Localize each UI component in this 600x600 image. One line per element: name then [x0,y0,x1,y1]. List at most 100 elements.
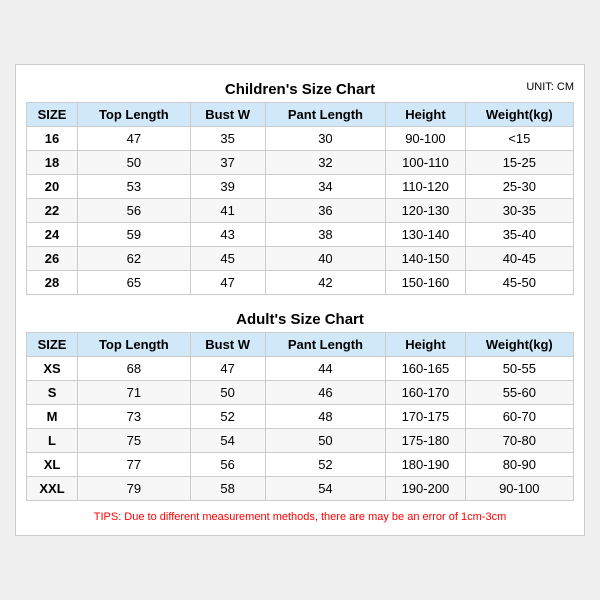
adult-col-height: Height [386,333,465,357]
table-row: XXL795854190-20090-100 [27,477,574,501]
adult-header-row: SIZE Top Length Bust W Pant Length Heigh… [27,333,574,357]
table-cell: 40 [265,247,386,271]
table-cell: 24 [27,223,78,247]
table-cell: 32 [265,151,386,175]
table-cell: 120-130 [386,199,465,223]
adult-title-text: Adult's Size Chart [236,311,364,328]
table-cell: <15 [465,127,573,151]
table-cell: 47 [190,271,265,295]
table-cell: 37 [190,151,265,175]
tips-text: TIPS: Due to different measurement metho… [26,509,574,525]
table-cell: 60-70 [465,405,573,429]
table-cell: 53 [78,175,191,199]
table-cell: 90-100 [465,477,573,501]
adult-col-top-length: Top Length [78,333,191,357]
table-cell: 41 [190,199,265,223]
table-cell: 54 [265,477,386,501]
table-cell: 110-120 [386,175,465,199]
children-col-bust: Bust W [190,103,265,127]
table-cell: 42 [265,271,386,295]
table-row: 26624540140-15040-45 [27,247,574,271]
table-cell: 50 [190,381,265,405]
table-cell: 15-25 [465,151,573,175]
adult-col-weight: Weight(kg) [465,333,573,357]
table-cell: 140-150 [386,247,465,271]
adult-table: SIZE Top Length Bust W Pant Length Heigh… [26,332,574,501]
table-cell: 180-190 [386,453,465,477]
adult-col-pant: Pant Length [265,333,386,357]
table-cell: 59 [78,223,191,247]
children-title-text: Children's Size Chart [225,81,375,98]
table-cell: 30 [265,127,386,151]
table-cell: 56 [190,453,265,477]
children-col-height: Height [386,103,465,127]
table-cell: 160-170 [386,381,465,405]
table-row: 20533934110-12025-30 [27,175,574,199]
children-header-row: SIZE Top Length Bust W Pant Length Heigh… [27,103,574,127]
table-cell: 25-30 [465,175,573,199]
adult-col-bust: Bust W [190,333,265,357]
table-cell: 43 [190,223,265,247]
table-cell: 52 [265,453,386,477]
table-cell: 47 [190,357,265,381]
table-cell: 65 [78,271,191,295]
children-col-size: SIZE [27,103,78,127]
adult-title: Adult's Size Chart [26,305,574,332]
adult-section: Adult's Size Chart SIZE Top Length Bust … [26,305,574,501]
chart-container: Children's Size Chart UNIT: CM SIZE Top … [15,64,585,536]
table-cell: 38 [265,223,386,247]
table-cell: 100-110 [386,151,465,175]
table-cell: 40-45 [465,247,573,271]
unit-label: UNIT: CM [526,81,574,93]
table-cell: 58 [190,477,265,501]
table-cell: XL [27,453,78,477]
table-row: S715046160-17055-60 [27,381,574,405]
table-cell: 77 [78,453,191,477]
table-cell: XS [27,357,78,381]
children-table: SIZE Top Length Bust W Pant Length Heigh… [26,102,574,295]
table-cell: 90-100 [386,127,465,151]
table-cell: 130-140 [386,223,465,247]
table-cell: 34 [265,175,386,199]
table-cell: 52 [190,405,265,429]
table-cell: 54 [190,429,265,453]
table-cell: 18 [27,151,78,175]
table-row: M735248170-17560-70 [27,405,574,429]
table-cell: 70-80 [465,429,573,453]
table-cell: 48 [265,405,386,429]
table-cell: 56 [78,199,191,223]
table-cell: 79 [78,477,191,501]
adult-col-size: SIZE [27,333,78,357]
table-cell: S [27,381,78,405]
table-cell: 50-55 [465,357,573,381]
table-row: XL775652180-19080-90 [27,453,574,477]
table-cell: 45 [190,247,265,271]
table-cell: 39 [190,175,265,199]
table-row: 24594338130-14035-40 [27,223,574,247]
table-row: XS684744160-16550-55 [27,357,574,381]
children-title: Children's Size Chart UNIT: CM [26,75,574,102]
table-cell: 175-180 [386,429,465,453]
table-cell: 36 [265,199,386,223]
table-cell: 30-35 [465,199,573,223]
table-cell: 46 [265,381,386,405]
table-cell: 16 [27,127,78,151]
table-cell: 190-200 [386,477,465,501]
table-cell: 28 [27,271,78,295]
table-cell: 75 [78,429,191,453]
table-cell: 55-60 [465,381,573,405]
table-cell: 170-175 [386,405,465,429]
table-cell: 80-90 [465,453,573,477]
table-row: 28654742150-16045-50 [27,271,574,295]
table-row: 22564136120-13030-35 [27,199,574,223]
table-cell: XXL [27,477,78,501]
table-cell: 73 [78,405,191,429]
table-cell: L [27,429,78,453]
table-cell: 35 [190,127,265,151]
table-cell: 20 [27,175,78,199]
table-cell: 71 [78,381,191,405]
table-cell: 50 [78,151,191,175]
table-cell: 26 [27,247,78,271]
children-col-top-length: Top Length [78,103,191,127]
table-row: 18503732100-11015-25 [27,151,574,175]
